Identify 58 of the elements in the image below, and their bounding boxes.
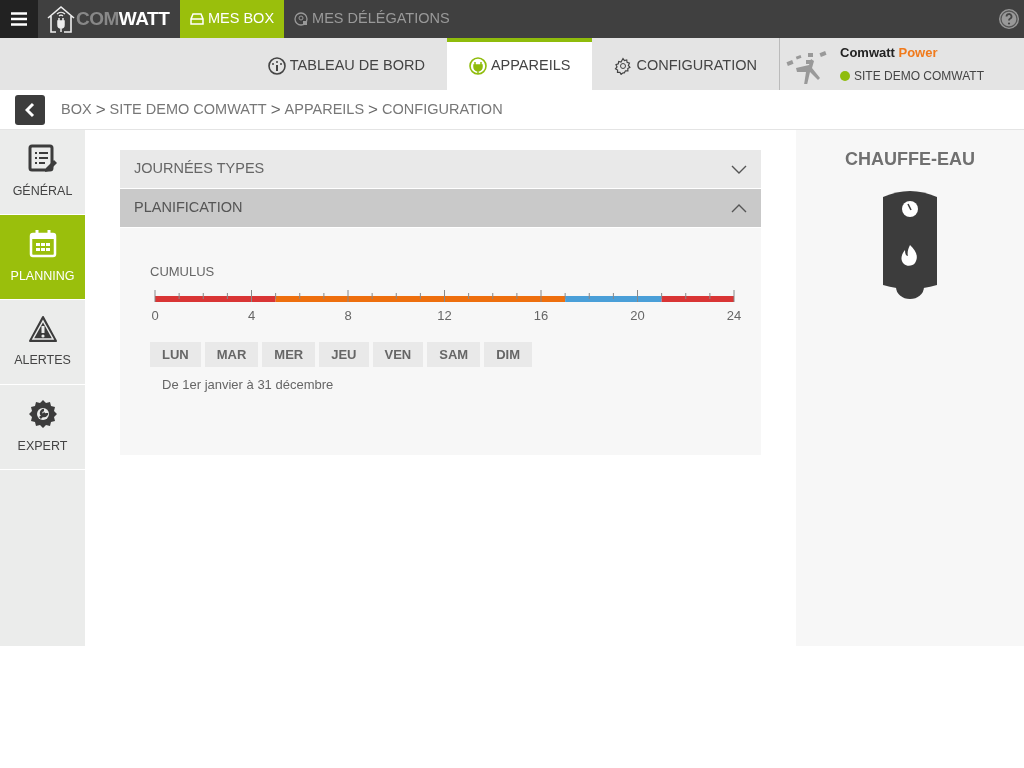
chevron-up-icon xyxy=(731,203,747,213)
back-button[interactable] xyxy=(15,94,45,125)
tick-label: 20 xyxy=(630,307,645,323)
day-button[interactable]: SAM xyxy=(427,341,481,367)
gear-icon xyxy=(614,57,633,75)
tick-label: 12 xyxy=(437,307,452,323)
warning-icon xyxy=(27,314,58,343)
breadcrumb-link[interactable]: CONFIGURATION xyxy=(382,98,503,121)
person-lock-icon xyxy=(294,12,309,26)
device-title: CHAUFFE-EAU xyxy=(845,148,975,171)
house-plug-icon xyxy=(46,4,76,34)
chevron-down-icon xyxy=(731,164,747,174)
tick-label: 0 xyxy=(151,307,159,323)
breadcrumb-separator: > xyxy=(95,101,106,118)
bar xyxy=(661,295,734,302)
tick-label: 24 xyxy=(726,307,742,323)
chevron-left-icon xyxy=(25,101,35,118)
top-tab[interactable]: MES DÉLÉGATIONS xyxy=(284,0,460,38)
sidebar-item[interactable]: ALERTES xyxy=(0,300,85,385)
calendar-icon xyxy=(28,228,57,259)
menu-button[interactable] xyxy=(0,0,38,38)
day-button[interactable]: DIM xyxy=(484,341,532,367)
period-text: De 1er janvier à 31 décembre xyxy=(161,376,335,394)
day-button[interactable]: JEU xyxy=(319,341,369,367)
bar xyxy=(155,295,276,302)
breadcrumb-link[interactable]: APPAREILS xyxy=(284,98,365,121)
help-icon xyxy=(998,8,1020,30)
day-button[interactable]: MAR xyxy=(204,341,259,367)
logo-text: COMWATT xyxy=(76,6,170,31)
timeline-title: CUMULUS xyxy=(150,263,216,281)
nav-tab[interactable]: CONFIGURATION xyxy=(592,38,779,90)
menu-icon xyxy=(11,12,27,26)
breadcrumb-separator: > xyxy=(368,101,379,118)
brand-name: Comwatt Power xyxy=(840,44,939,63)
gauge-icon xyxy=(267,57,286,75)
tick-label: 4 xyxy=(247,307,256,323)
plug-icon xyxy=(468,57,487,75)
breadcrumb-link[interactable]: SITE DEMO COMWATT xyxy=(109,98,267,121)
tick-label: 8 xyxy=(344,307,352,323)
status-dot xyxy=(840,70,850,81)
tick-label: 16 xyxy=(533,307,549,323)
site-name: SITE DEMO COMWATT xyxy=(854,67,984,85)
water-heater-icon xyxy=(883,189,937,301)
checklist-edit-icon xyxy=(27,143,58,174)
nav-tab[interactable]: APPAREILS xyxy=(446,38,593,90)
breadcrumb-separator: > xyxy=(270,101,281,118)
wrench-gear-icon xyxy=(27,398,58,429)
accordion-header[interactable]: PLANIFICATION xyxy=(120,189,761,228)
accordion-header[interactable]: JOURNÉES TYPES xyxy=(120,150,761,189)
day-button[interactable]: LUN xyxy=(150,341,201,367)
sidebar-item[interactable]: EXPERT xyxy=(0,385,85,470)
day-button[interactable]: VEN xyxy=(372,341,424,367)
breadcrumb-link[interactable]: BOX xyxy=(61,98,92,121)
drive-icon xyxy=(190,13,204,25)
bar xyxy=(565,295,662,302)
day-button[interactable]: MER xyxy=(262,341,316,367)
bar xyxy=(275,295,566,302)
nav-tab[interactable]: TABLEAU DE BORD xyxy=(245,38,447,90)
